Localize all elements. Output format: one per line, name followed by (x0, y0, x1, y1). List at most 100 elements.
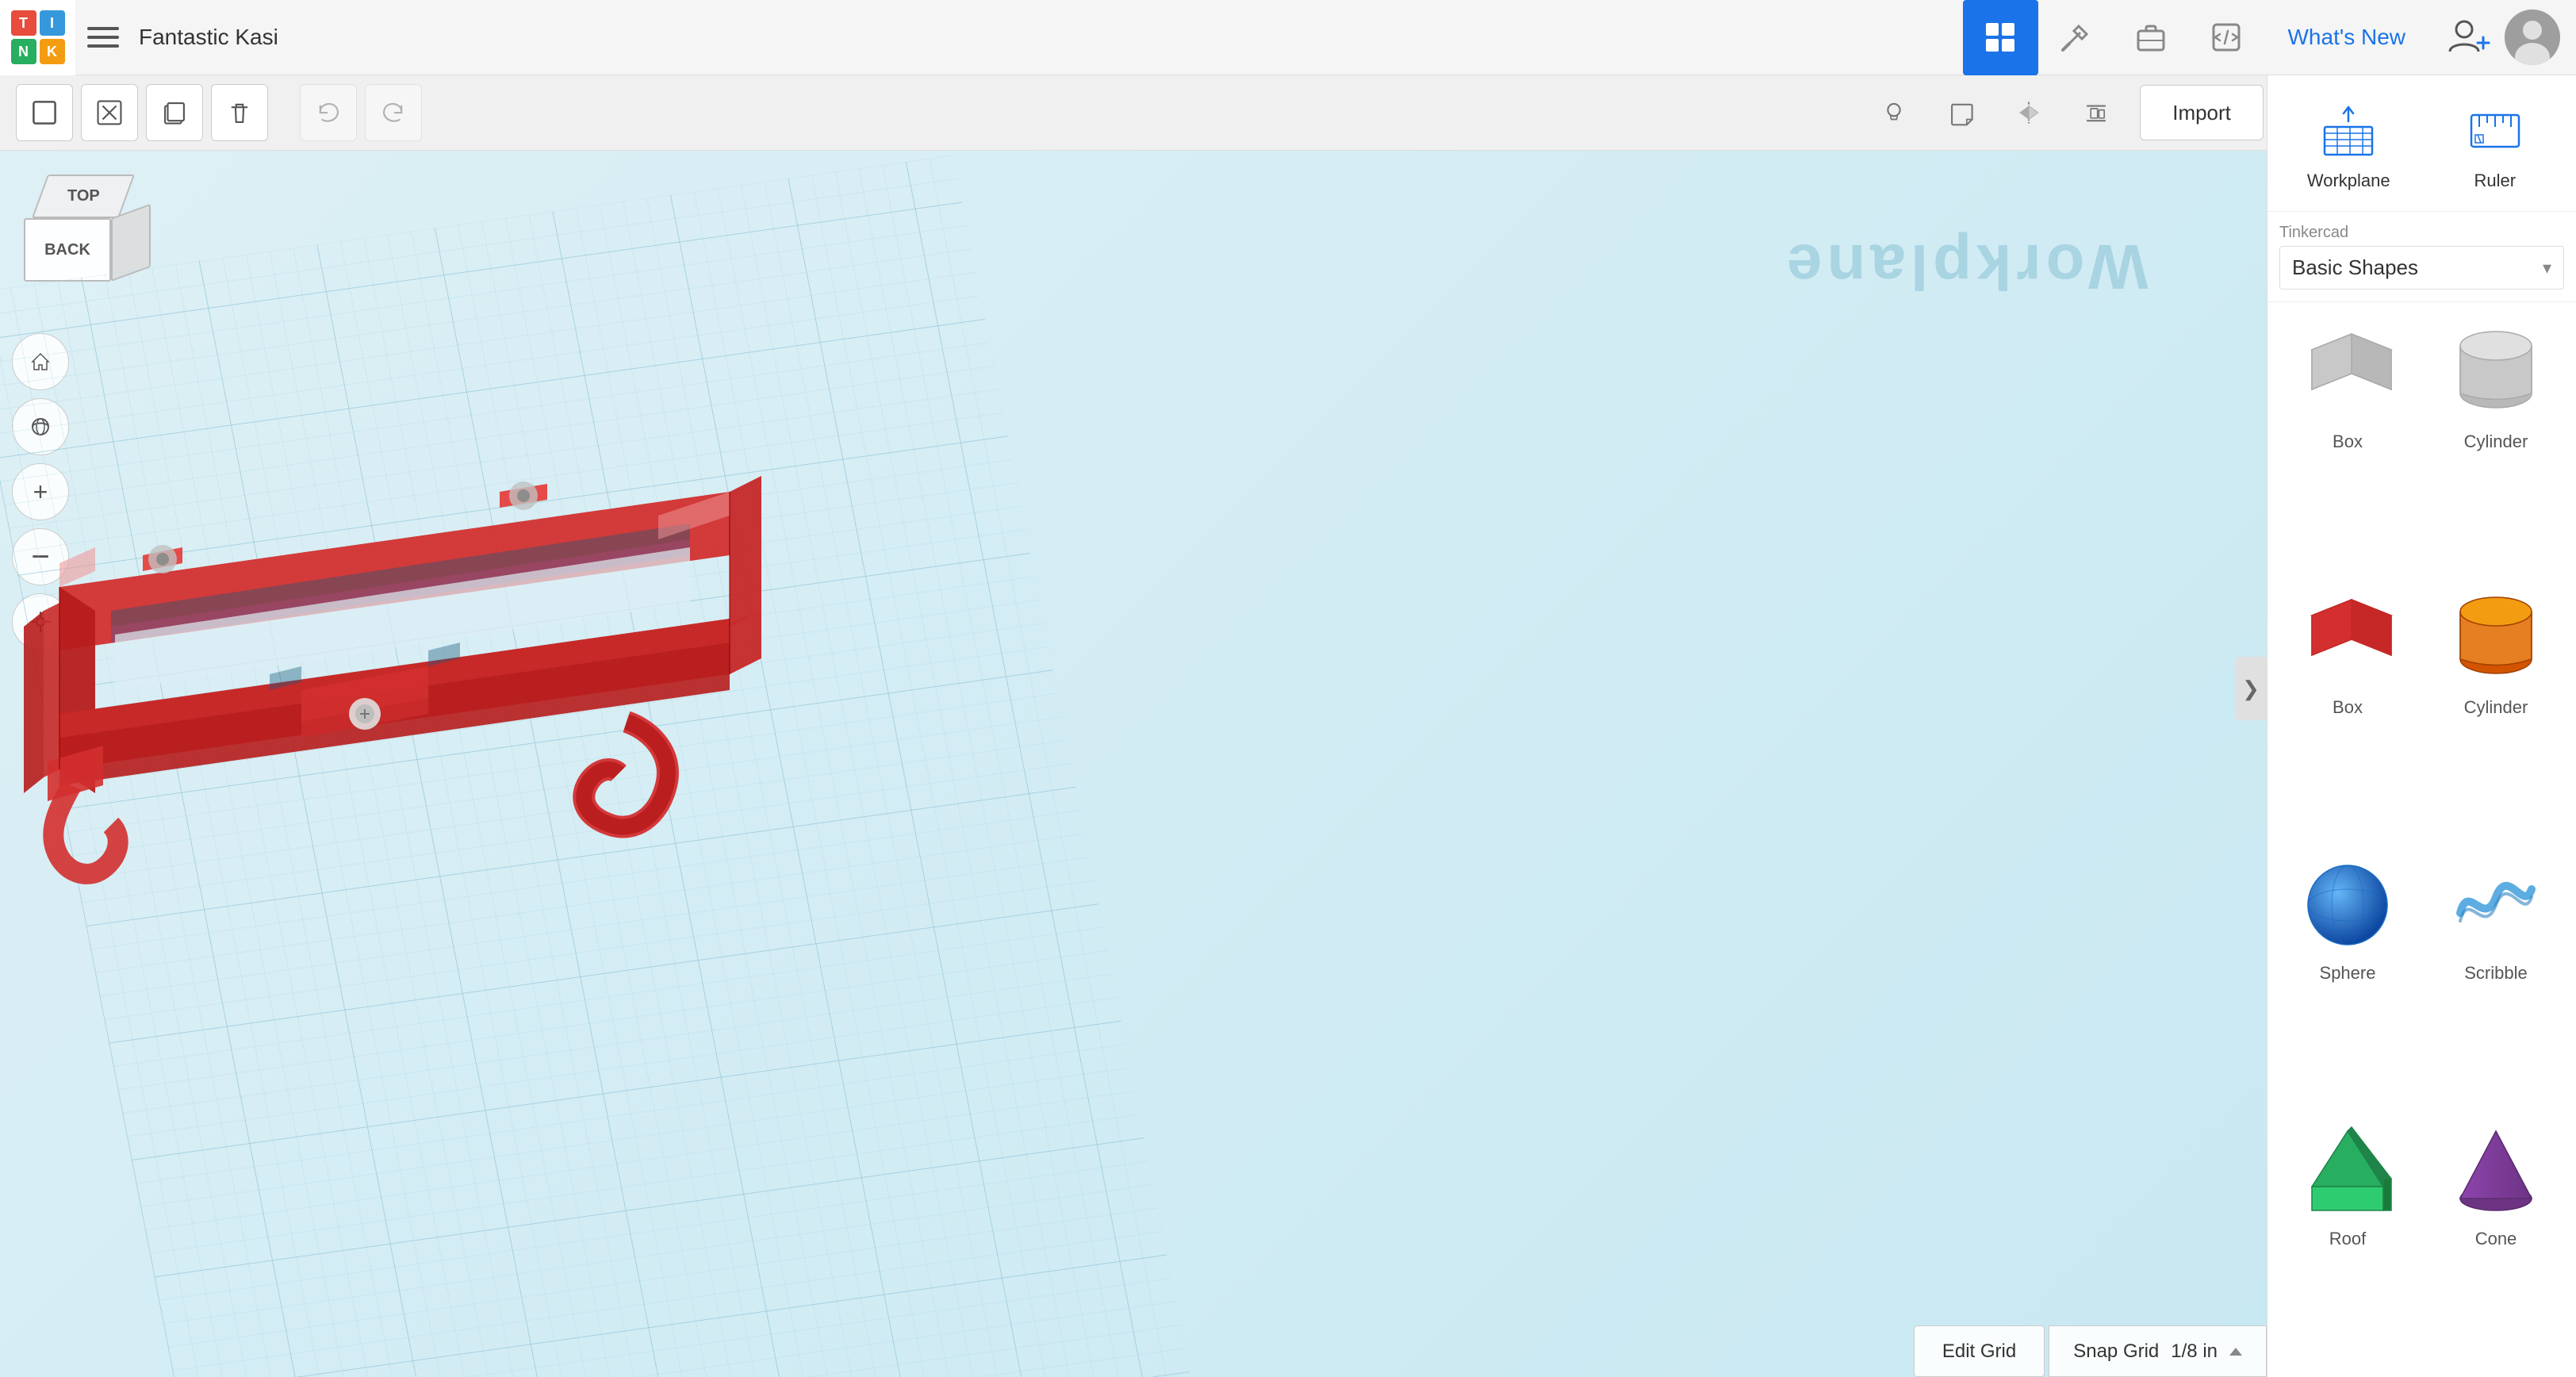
cut-button[interactable] (81, 84, 138, 141)
category-area: Tinkercad Basic Shapes ▾ (2267, 212, 2576, 302)
shape-sphere-blue[interactable]: Sphere (2279, 846, 2416, 1099)
undo-icon (315, 99, 342, 126)
briefcase-icon (2133, 20, 2168, 55)
mirror-icon (2015, 99, 2042, 126)
view-controls: + − (12, 333, 69, 650)
undo-button[interactable] (300, 84, 357, 141)
zoom-in-button[interactable]: + (12, 463, 69, 520)
snap-grid-control: Snap Grid 1/8 in (2049, 1325, 2267, 1377)
add-user-button[interactable] (2429, 0, 2505, 75)
sphere-blue-svg (2296, 857, 2399, 953)
cone-purple-label: Cone (2475, 1229, 2517, 1249)
hamburger-menu-button[interactable] (75, 0, 131, 75)
cylinder-orange-thumbnail (2440, 588, 2551, 691)
hamburger-icon (87, 27, 119, 48)
fit-view-icon (29, 611, 52, 633)
user-avatar[interactable] (2505, 10, 2560, 65)
ruler-icon-svg (2463, 99, 2527, 163)
nav-portfolio-button[interactable] (2114, 0, 2189, 75)
note-icon (1948, 99, 1975, 126)
ruler-tool-icon (2463, 99, 2527, 163)
home-view-button[interactable] (12, 333, 69, 390)
cylinder-gray-thumbnail (2440, 322, 2551, 425)
snap-grid-increment[interactable] (2229, 1348, 2242, 1356)
align-button[interactable] (2068, 85, 2124, 140)
nav-build-button[interactable] (2038, 0, 2114, 75)
logo-i: I (40, 10, 65, 36)
redo-button[interactable] (365, 84, 422, 141)
whats-new-button[interactable]: What's New (2264, 0, 2430, 75)
roof-green-svg (2296, 1123, 2399, 1218)
shape-roof-green[interactable]: Roof (2279, 1111, 2416, 1365)
nav-gallery-button[interactable] (1963, 0, 2038, 75)
hint-button[interactable] (1866, 85, 1922, 140)
new-shape-button[interactable] (16, 84, 73, 141)
copy-icon (161, 99, 188, 126)
home-icon (29, 351, 52, 373)
plus-icon: + (33, 479, 48, 504)
minus-icon: − (31, 544, 49, 570)
snap-up-icon (2229, 1348, 2242, 1356)
snap-grid-label: Snap Grid (2073, 1341, 2159, 1363)
project-name[interactable]: Fantastic Kasi (139, 25, 278, 50)
workplane-icon-svg (2317, 99, 2380, 163)
bottom-status-bar: Edit Grid Snap Grid 1/8 in (1914, 1325, 2267, 1377)
box-red-label: Box (2333, 697, 2363, 718)
cube-front-face[interactable]: BACK (24, 218, 111, 282)
webgl-canvas[interactable] (0, 151, 2267, 1377)
ruler-tool-button[interactable]: Ruler (2426, 91, 2565, 199)
roof-green-thumbnail (2292, 1119, 2403, 1222)
shape-tools-row: Workplane Ruler (2267, 75, 2576, 212)
shape-box-red[interactable]: Box (2279, 580, 2416, 834)
copy-button[interactable] (146, 84, 203, 141)
roof-green-label: Roof (2329, 1229, 2366, 1249)
align-icon (2083, 99, 2110, 126)
shape-box-gray[interactable]: Box (2279, 314, 2416, 568)
category-provider: Tinkercad (2279, 224, 2564, 242)
orbit-button[interactable] (12, 398, 69, 455)
fit-view-button[interactable] (12, 593, 69, 650)
shape-cylinder-orange[interactable]: Cylinder (2428, 580, 2564, 834)
edit-grid-button[interactable]: Edit Grid (1914, 1325, 2045, 1377)
cylinder-gray-label: Cylinder (2464, 432, 2528, 452)
3d-canvas[interactable]: Workplane TOP BACK (0, 151, 2267, 1377)
sphere-blue-thumbnail (2292, 853, 2403, 957)
tinkercad-logo[interactable]: T I N K (0, 0, 75, 75)
mirror-button[interactable] (2001, 85, 2057, 140)
workplane-tool-button[interactable]: Workplane (2279, 91, 2418, 199)
cylinder-orange-label: Cylinder (2464, 697, 2528, 718)
cone-purple-thumbnail (2440, 1119, 2551, 1222)
zoom-out-button[interactable]: − (12, 528, 69, 585)
cut-icon (96, 99, 123, 126)
shapes-panel: Box Cylinder (2267, 302, 2576, 1377)
scribble-thumbnail (2440, 853, 2551, 957)
top-navigation: T I N K Fantastic Kasi (0, 0, 2576, 75)
snap-grid-value: 1/8 in (2171, 1341, 2218, 1363)
collapse-chevron-icon: ❯ (2242, 677, 2260, 701)
dropdown-arrow-icon: ▾ (2543, 258, 2551, 278)
right-panel: Workplane Ruler Tinkercad (2267, 75, 2576, 1377)
shape-scribble[interactable]: Scribble (2428, 846, 2564, 1099)
main-toolbar: Import Export Send To (0, 75, 2576, 151)
box-red-svg (2296, 592, 2399, 687)
ruler-tool-label: Ruler (2474, 171, 2516, 191)
panel-collapse-button[interactable]: ❯ (2235, 657, 2267, 720)
sphere-blue-label: Sphere (2320, 963, 2376, 984)
workplane-tool-icon (2317, 99, 2380, 163)
logo-k: K (40, 39, 65, 64)
shape-cone-purple[interactable]: Cone (2428, 1111, 2564, 1365)
delete-button[interactable] (211, 84, 268, 141)
note-button[interactable] (1934, 85, 1989, 140)
lightbulb-icon (1880, 99, 1907, 126)
logo-n: N (11, 39, 36, 64)
nav-codeblocks-button[interactable] (2189, 0, 2264, 75)
cube-side-face[interactable] (111, 204, 151, 282)
box-gray-svg (2296, 326, 2399, 421)
shape-cylinder-gray[interactable]: Cylinder (2428, 314, 2564, 568)
cube-top-face[interactable]: TOP (32, 175, 135, 218)
view-cube[interactable]: TOP BACK (24, 175, 151, 309)
workplane-tool-label: Workplane (2307, 171, 2390, 191)
box-gray-thumbnail (2292, 322, 2403, 425)
import-button[interactable]: Import (2140, 85, 2264, 140)
category-dropdown[interactable]: Basic Shapes ▾ (2279, 246, 2564, 290)
